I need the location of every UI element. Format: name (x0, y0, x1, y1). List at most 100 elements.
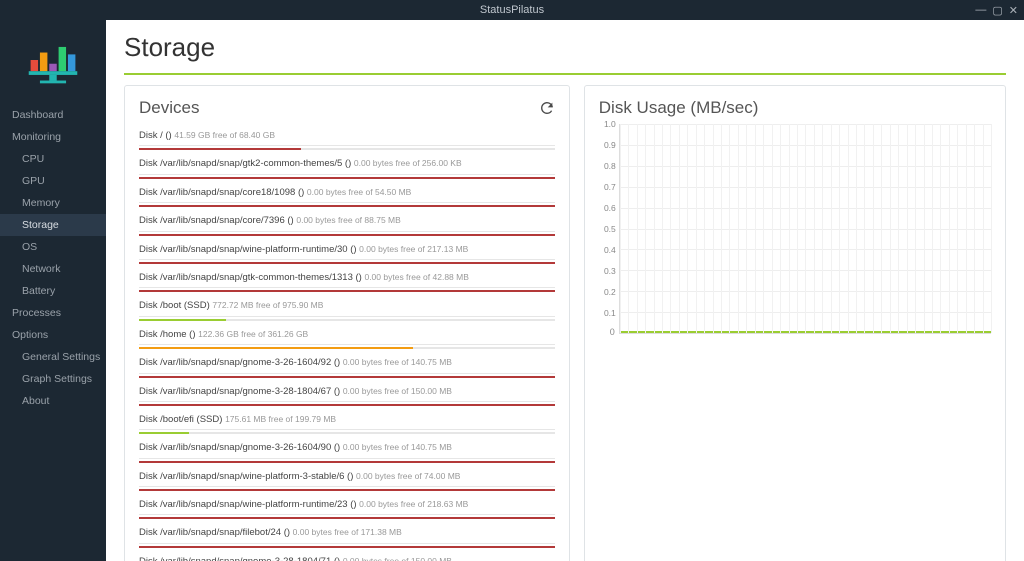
device-name: Disk /var/lib/snapd/snap/core18/1098 () (139, 187, 307, 198)
chart-y-tick: 0.7 (604, 182, 616, 192)
device-info: 0.00 bytes free of 171.38 MB (293, 527, 402, 537)
app-logo (0, 20, 106, 100)
chart-card: Disk Usage (MB/sec) 0.1 0.2 0.3 0.4 0.5 0.6 0.… (584, 85, 1006, 561)
chart-y-tick: 0.2 (604, 287, 616, 297)
sidebar-item-battery[interactable]: Battery (0, 280, 106, 302)
sidebar-item-options[interactable]: Options (0, 324, 106, 346)
device-name: Disk /var/lib/snapd/snap/wine-platform-r… (139, 244, 359, 255)
disk-usage-chart: 0.10.20.30.40.50.60.70.80.91.0 0 (599, 124, 991, 334)
device-info: 0.00 bytes free of 74.00 MB (356, 471, 460, 481)
chart-y-tick: 1.0 (604, 119, 616, 129)
device-name: Disk /var/lib/snapd/snap/core/7396 () (139, 215, 296, 226)
chart-y-tick: 0.4 (604, 245, 616, 255)
sidebar-item-memory[interactable]: Memory (0, 192, 106, 214)
device-usage-bar (139, 489, 555, 491)
device-name: Disk /var/lib/snapd/snap/gtk-common-them… (139, 272, 364, 283)
device-name: Disk /var/lib/snapd/snap/wine-platform-r… (139, 499, 359, 510)
device-info: 0.00 bytes free of 217.13 MB (359, 244, 468, 254)
nav: DashboardMonitoringCPUGPUMemoryStorageOS… (0, 100, 106, 412)
device-name: Disk / () (139, 130, 174, 141)
minimize-icon[interactable]: — (975, 4, 986, 17)
device-usage-bar (139, 376, 555, 378)
device-row: Disk / () 41.59 GB free of 68.40 GB (139, 124, 555, 152)
device-info: 175.61 MB free of 199.79 MB (225, 414, 336, 424)
device-info: 0.00 bytes free of 54.50 MB (307, 187, 411, 197)
device-row: Disk /home () 122.36 GB free of 361.26 G… (139, 323, 555, 351)
refresh-icon[interactable] (539, 100, 555, 116)
sidebar: DashboardMonitoringCPUGPUMemoryStorageOS… (0, 20, 106, 561)
device-name: Disk /boot/efi (SSD) (139, 414, 225, 425)
device-info: 0.00 bytes free of 150.00 MB (343, 386, 452, 396)
device-name: Disk /var/lib/snapd/snap/gnome-3-28-1804… (139, 386, 343, 397)
device-name: Disk /var/lib/snapd/snap/gnome-3-28-1804… (139, 556, 343, 561)
device-name: Disk /var/lib/snapd/snap/gtk2-common-the… (139, 158, 354, 169)
chart-y-tick: 0.5 (604, 224, 616, 234)
sidebar-item-general-settings[interactable]: General Settings (0, 346, 106, 368)
maximize-icon[interactable]: ▢ (992, 4, 1002, 17)
device-usage-bar (139, 148, 555, 150)
device-usage-bar (139, 177, 555, 179)
sidebar-item-network[interactable]: Network (0, 258, 106, 280)
device-info: 772.72 MB free of 975.90 MB (212, 300, 323, 310)
device-row: Disk /var/lib/snapd/snap/core18/1098 () … (139, 181, 555, 209)
device-row: Disk /var/lib/snapd/snap/gtk2-common-the… (139, 152, 555, 180)
sidebar-item-storage[interactable]: Storage (0, 214, 106, 236)
device-row: Disk /var/lib/snapd/snap/gnome-3-28-1804… (139, 550, 555, 561)
device-name: Disk /boot (SSD) (139, 300, 212, 311)
device-usage-bar (139, 234, 555, 236)
device-usage-bar (139, 404, 555, 406)
sidebar-item-gpu[interactable]: GPU (0, 170, 106, 192)
device-row: Disk /var/lib/snapd/snap/wine-platform-r… (139, 493, 555, 521)
device-row: Disk /var/lib/snapd/snap/core/7396 () 0.… (139, 209, 555, 237)
device-usage-bar (139, 205, 555, 207)
device-usage-bar (139, 319, 555, 321)
devices-title: Devices (139, 98, 199, 118)
device-row: Disk /var/lib/snapd/snap/gnome-3-28-1804… (139, 380, 555, 408)
device-info: 0.00 bytes free of 42.88 MB (364, 272, 468, 282)
device-info: 122.36 GB free of 361.26 GB (198, 329, 308, 339)
device-name: Disk /var/lib/snapd/snap/gnome-3-26-1604… (139, 357, 343, 368)
device-info: 0.00 bytes free of 140.75 MB (343, 357, 452, 367)
sidebar-item-monitoring[interactable]: Monitoring (0, 126, 106, 148)
chart-zero-label: 0 (610, 327, 615, 337)
chart-y-tick: 0.3 (604, 266, 616, 276)
page-underline (124, 73, 1006, 75)
chart-y-tick: 0.8 (604, 161, 616, 171)
device-name: Disk /var/lib/snapd/snap/gnome-3-26-1604… (139, 442, 343, 453)
device-row: Disk /var/lib/snapd/snap/gnome-3-26-1604… (139, 351, 555, 379)
device-info: 0.00 bytes free of 218.63 MB (359, 499, 468, 509)
device-usage-bar (139, 347, 555, 349)
device-name: Disk /home () (139, 329, 198, 340)
device-info: 0.00 bytes free of 150.00 MB (343, 556, 452, 561)
window-title: StatusPilatus (480, 4, 544, 16)
sidebar-item-processes[interactable]: Processes (0, 302, 106, 324)
device-usage-bar (139, 262, 555, 264)
sidebar-item-cpu[interactable]: CPU (0, 148, 106, 170)
device-info: 41.59 GB free of 68.40 GB (174, 130, 275, 140)
titlebar: StatusPilatus — ▢ ✕ (0, 0, 1024, 20)
devices-card: Devices Disk / () 41.59 GB free of 68.40… (124, 85, 570, 561)
device-name: Disk /var/lib/snapd/snap/wine-platform-3… (139, 471, 356, 482)
device-usage-bar (139, 432, 555, 434)
chart-y-tick: 0.1 (604, 308, 616, 318)
content: Storage Devices Disk / () 41.59 GB free … (106, 20, 1024, 561)
device-row: Disk /var/lib/snapd/snap/filebot/24 () 0… (139, 521, 555, 549)
close-icon[interactable]: ✕ (1009, 4, 1018, 17)
device-row: Disk /boot/efi (SSD) 175.61 MB free of 1… (139, 408, 555, 436)
chart-title: Disk Usage (MB/sec) (599, 98, 759, 118)
sidebar-item-os[interactable]: OS (0, 236, 106, 258)
device-usage-bar (139, 461, 555, 463)
device-name: Disk /var/lib/snapd/snap/filebot/24 () (139, 527, 293, 538)
device-row: Disk /var/lib/snapd/snap/gnome-3-26-1604… (139, 436, 555, 464)
sidebar-item-about[interactable]: About (0, 390, 106, 412)
device-info: 0.00 bytes free of 88.75 MB (296, 215, 400, 225)
device-info: 0.00 bytes free of 140.75 MB (343, 442, 452, 452)
page-title: Storage (124, 32, 1006, 63)
device-row: Disk /var/lib/snapd/snap/wine-platform-r… (139, 238, 555, 266)
device-usage-bar (139, 546, 555, 548)
chart-y-tick: 0.6 (604, 203, 616, 213)
sidebar-item-graph-settings[interactable]: Graph Settings (0, 368, 106, 390)
device-row: Disk /boot (SSD) 772.72 MB free of 975.9… (139, 294, 555, 322)
sidebar-item-dashboard[interactable]: Dashboard (0, 104, 106, 126)
device-usage-bar (139, 517, 555, 519)
